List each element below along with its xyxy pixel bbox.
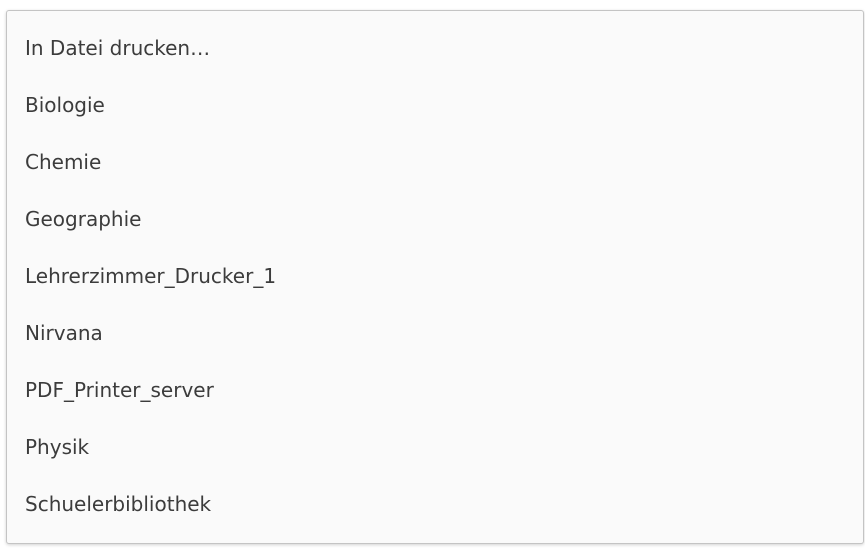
menu-item-printer-chemie[interactable]: Chemie [7,134,863,191]
menu-item-print-to-file[interactable]: In Datei drucken… [7,20,863,77]
menu-item-printer-schuelerbibliothek[interactable]: Schuelerbibliothek [7,476,863,533]
printer-list: In Datei drucken… Biologie Chemie Geogra… [7,11,863,533]
menu-item-printer-lehrerzimmer[interactable]: Lehrerzimmer_Drucker_1 [7,248,863,305]
menu-item-printer-pdf-server[interactable]: PDF_Printer_server [7,362,863,419]
menu-item-printer-physik[interactable]: Physik [7,419,863,476]
menu-item-printer-biologie[interactable]: Biologie [7,77,863,134]
menu-item-printer-nirvana[interactable]: Nirvana [7,305,863,362]
printer-dropdown-menu: In Datei drucken… Biologie Chemie Geogra… [6,10,864,544]
menu-item-printer-geographie[interactable]: Geographie [7,191,863,248]
